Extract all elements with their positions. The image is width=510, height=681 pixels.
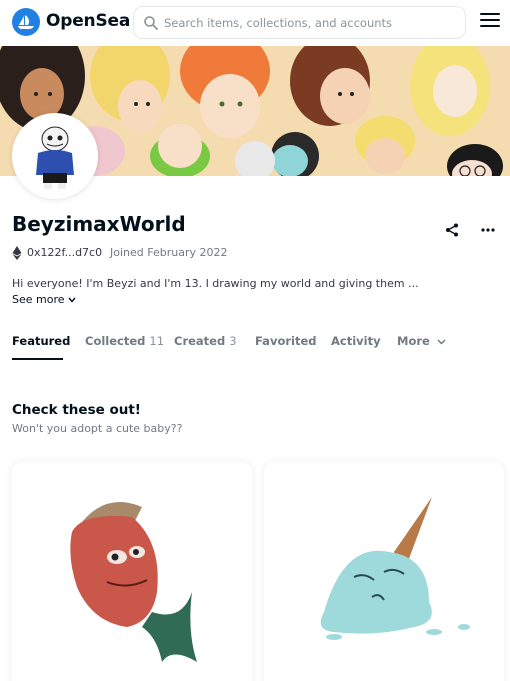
- featured-nft-card[interactable]: [12, 462, 252, 681]
- profile-avatar[interactable]: [12, 113, 98, 199]
- wallet-address[interactable]: 0x122f...d7c0: [27, 246, 102, 259]
- featured-section-title: Check these out!: [12, 402, 141, 418]
- search-icon: [144, 16, 158, 30]
- tab-label: More: [397, 334, 430, 348]
- share-icon[interactable]: [444, 222, 460, 238]
- joined-date: Joined February 2022: [110, 246, 228, 259]
- featured-nft-card[interactable]: [264, 462, 504, 681]
- tab-label: Created: [174, 334, 226, 348]
- tab-label: Collected: [85, 334, 146, 348]
- chevron-down-icon: [437, 338, 446, 345]
- tab-featured[interactable]: Featured: [12, 334, 70, 348]
- tab-more[interactable]: More: [397, 334, 446, 348]
- active-tab-indicator: [12, 358, 63, 360]
- tab-label: Favorited: [255, 334, 317, 348]
- profile-name: BeyzimaxWorld: [12, 212, 186, 236]
- tab-activity[interactable]: Activity: [331, 334, 381, 348]
- see-more-button[interactable]: See more: [12, 293, 76, 306]
- tab-label: Activity: [331, 334, 381, 348]
- tab-count: 11: [149, 334, 165, 348]
- tab-created[interactable]: Created 3: [174, 334, 237, 348]
- see-more-label: See more: [12, 293, 65, 306]
- profile-bio: Hi everyone! I'm Beyzi and I'm 13. I dra…: [12, 277, 419, 290]
- search-input[interactable]: [164, 13, 459, 33]
- search-bar[interactable]: [133, 6, 466, 39]
- hamburger-menu-icon[interactable]: [480, 13, 500, 31]
- top-navigation-bar: OpenSea: [0, 0, 510, 46]
- tab-collected[interactable]: Collected 11: [85, 334, 164, 348]
- tab-label: Featured: [12, 334, 71, 348]
- profile-tabs: Featured Collected 11 Created 3 Favorited …: [0, 328, 510, 360]
- featured-section-subtitle: Won't you adopt a cute baby??: [12, 422, 183, 435]
- opensea-logo-icon[interactable]: [12, 8, 40, 36]
- nft-fish-image: [12, 462, 252, 681]
- chevron-down-icon: [67, 297, 76, 303]
- tab-count: 3: [229, 334, 237, 348]
- tab-favorited[interactable]: Favorited: [255, 334, 316, 348]
- brand-name[interactable]: OpenSea: [46, 11, 130, 31]
- more-options-icon[interactable]: [480, 222, 496, 238]
- ethereum-icon: [12, 246, 22, 260]
- nft-slime-image: [264, 462, 504, 681]
